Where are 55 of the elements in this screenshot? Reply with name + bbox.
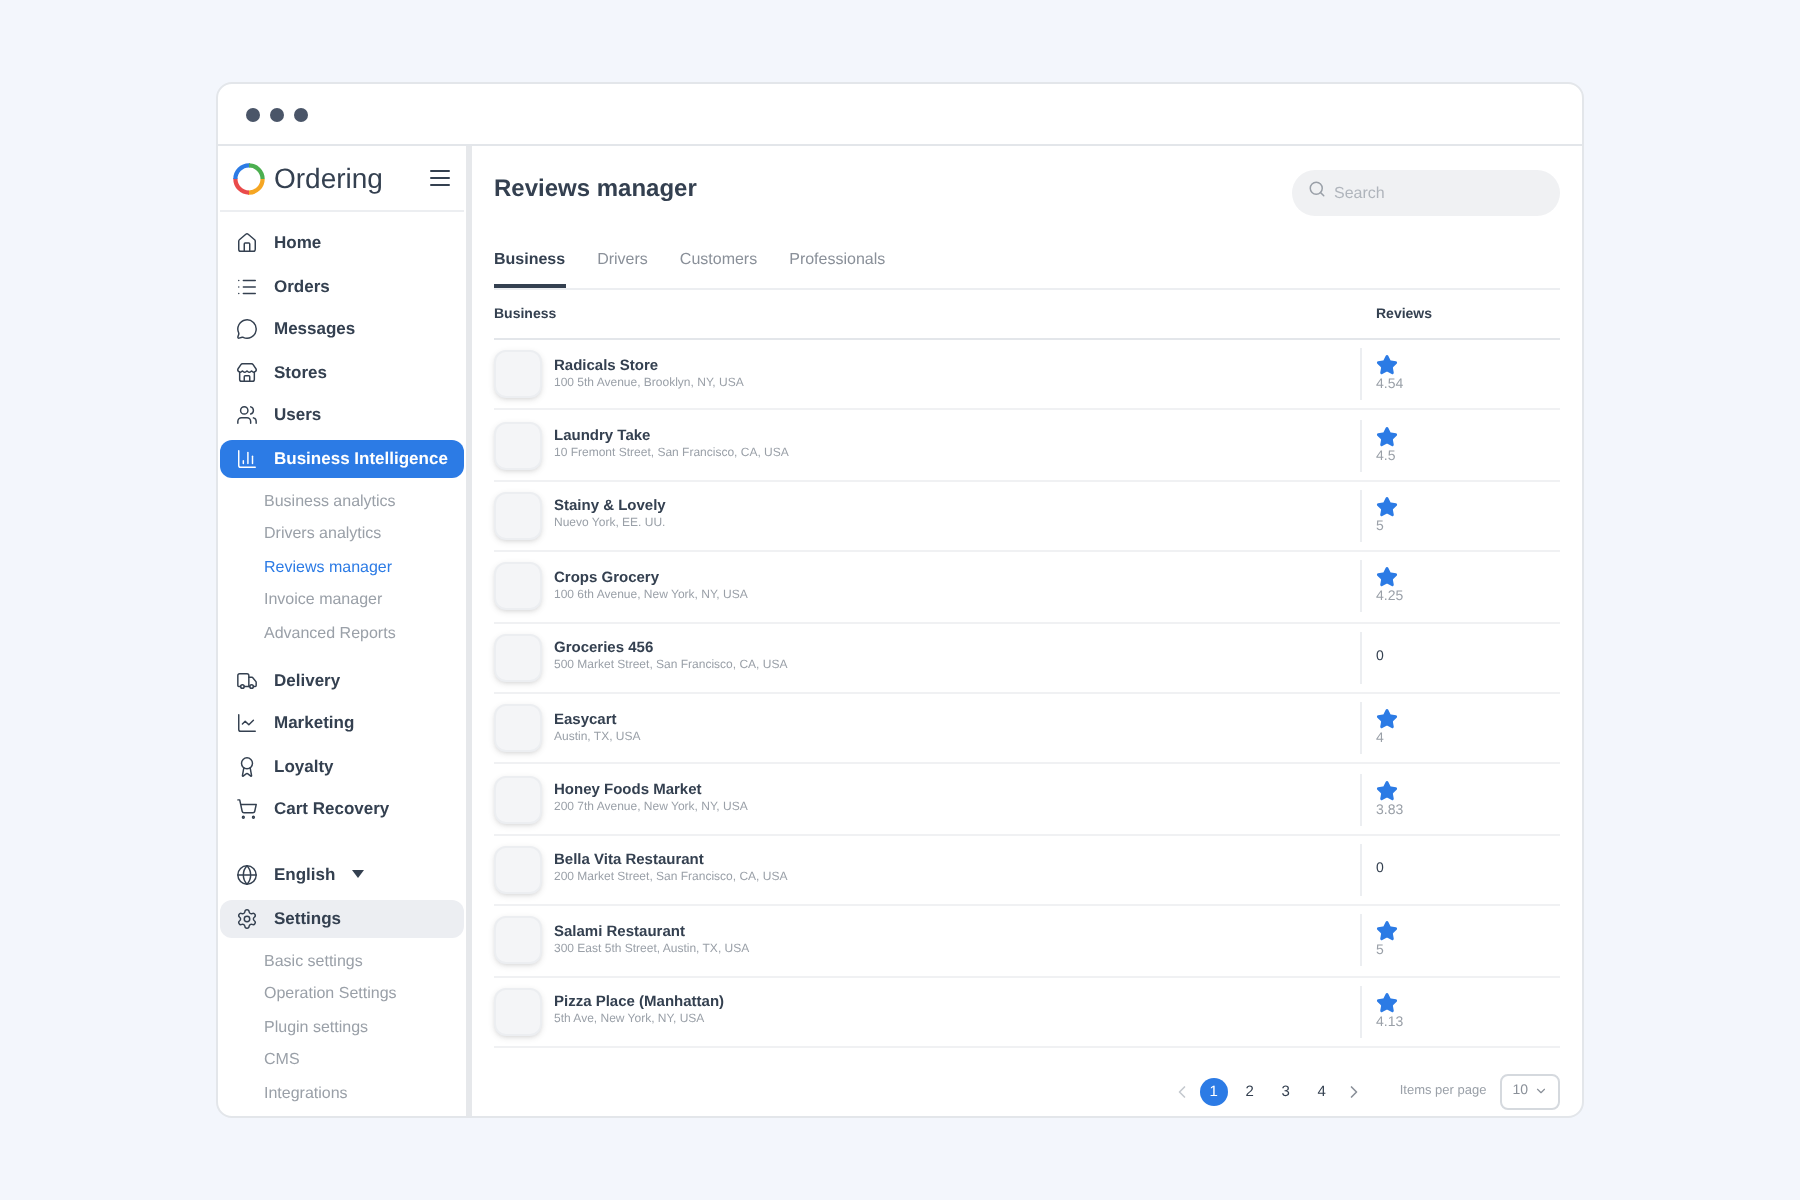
ring-logo-icon: [232, 161, 266, 196]
submenu-item[interactable]: CMS: [264, 1044, 464, 1075]
bar-chart-icon: [236, 447, 258, 470]
nav-item[interactable]: Users: [220, 396, 464, 435]
logo-placeholder: [494, 491, 542, 540]
users-icon: [236, 404, 258, 427]
globe-icon: [236, 863, 258, 886]
logo-placeholder: [494, 562, 542, 611]
storefront-icon: [236, 361, 258, 384]
tab[interactable]: Drivers: [597, 240, 648, 288]
logo-placeholder: [494, 421, 542, 470]
submenu-item[interactable]: Basic settings: [264, 945, 464, 976]
language-selector[interactable]: English: [220, 856, 464, 893]
nav-item[interactable]: Cart Recovery: [220, 790, 464, 829]
medal-icon: [236, 755, 258, 778]
submenu-item[interactable]: Reviews manager: [264, 551, 464, 583]
chevron-down-icon: [1534, 1084, 1548, 1099]
speech-bubble-icon: [236, 318, 258, 341]
truck-icon: [236, 669, 258, 692]
submenu-item[interactable]: Integrations: [264, 1077, 464, 1108]
search-field[interactable]: Search: [1292, 169, 1560, 215]
search-icon: [1308, 179, 1326, 197]
logo-placeholder: [494, 916, 542, 965]
nav-item[interactable]: Marketing: [220, 704, 464, 743]
cart-icon: [236, 798, 258, 821]
logo-placeholder: [494, 704, 542, 753]
nav-item[interactable]: Stores: [220, 353, 464, 392]
submenu-item[interactable]: Business analytics: [264, 485, 464, 517]
dropdown-caret-icon: [351, 870, 364, 879]
nav-item[interactable]: Settings: [220, 899, 464, 937]
logo-placeholder: [494, 987, 542, 1036]
home-icon: [236, 232, 258, 255]
submenu-item[interactable]: Plugin settings: [264, 1011, 464, 1042]
submenu-item[interactable]: Invoice manager: [264, 584, 464, 616]
nav-item[interactable]: Loyalty: [220, 747, 464, 786]
nav-item[interactable]: Orders: [220, 267, 464, 306]
line-chart-icon: [236, 712, 258, 735]
submenu-item[interactable]: Advanced Reports: [264, 617, 464, 649]
nav-item[interactable]: Business Intelligence: [220, 439, 464, 478]
settings-icon: [236, 907, 258, 929]
nav-item[interactable]: Delivery: [220, 661, 464, 700]
tab[interactable]: Customers: [679, 240, 758, 288]
collapse-menu-icon[interactable]: [428, 166, 452, 191]
page-title: Reviews manager: [494, 172, 697, 206]
logo-placeholder: [494, 775, 542, 824]
tab[interactable]: Business: [494, 240, 566, 288]
nav-item[interactable]: Home: [220, 224, 464, 263]
submenu-item[interactable]: Operation Settings: [264, 978, 464, 1009]
brand-name: Ordering: [274, 159, 383, 198]
submenu-item[interactable]: Drivers analytics: [264, 518, 464, 550]
nav-item[interactable]: Messages: [220, 310, 464, 349]
logo-placeholder: [494, 845, 542, 894]
tab[interactable]: Professionals: [789, 240, 886, 288]
logo-placeholder: [494, 633, 542, 682]
logo-placeholder: [494, 350, 542, 399]
